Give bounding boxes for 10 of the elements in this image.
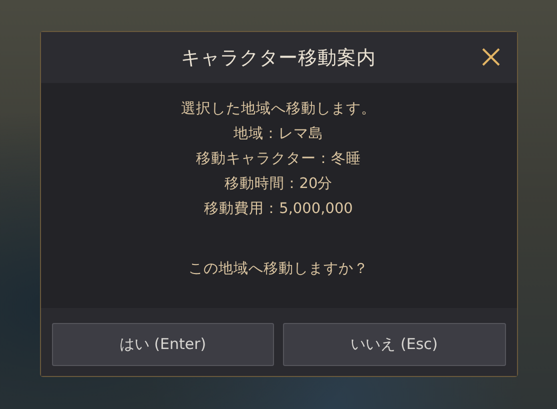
message-line: 移動費用：5,000,000 [204, 200, 353, 219]
confirm-button[interactable]: はい (Enter) [52, 323, 274, 366]
confirm-question: この地域へ移動しますか？ [188, 260, 368, 279]
message-line: 移動時間：20分 [224, 175, 333, 194]
message-line: 選択した地域へ移動します。 [181, 100, 376, 119]
dialog-title: キャラクター移動案内 [181, 46, 376, 70]
cancel-button[interactable]: いいえ (Esc) [283, 323, 506, 366]
message-line: 移動キャラクター：冬睡 [196, 150, 361, 169]
message-line: 地域：レマ島 [234, 125, 324, 144]
close-icon [480, 47, 500, 67]
